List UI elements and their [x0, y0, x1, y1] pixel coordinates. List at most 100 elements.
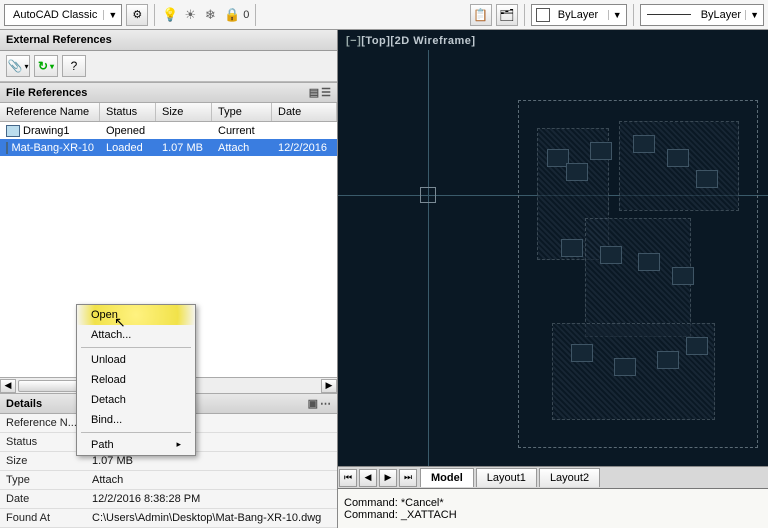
detail-label: Date — [0, 490, 86, 508]
separator — [81, 347, 191, 348]
details-title: Details — [6, 398, 42, 410]
viewport-tabs: ⏮ ◀ ▶ ⏭ Model Layout1 Layout2 — [338, 466, 768, 488]
table-row[interactable]: Drawing1 Opened Current — [0, 122, 337, 139]
file-references-title: File References — [6, 87, 87, 99]
expand-icon[interactable]: ▣ — [308, 397, 318, 410]
cell-name: Drawing1 — [23, 125, 69, 137]
cell-date — [272, 130, 337, 132]
list-view-icon[interactable]: ▤ — [309, 86, 319, 99]
workspace-dropdown[interactable]: AutoCAD Classic ▼ — [4, 4, 122, 26]
cell-type: Attach — [212, 141, 272, 155]
vp-style[interactable]: [2D Wireframe] — [390, 35, 475, 47]
workspace-settings-button[interactable]: ⚙ — [126, 4, 148, 26]
col-type[interactable]: Type — [212, 103, 272, 121]
panel-toolbar: 📎 ↻ ? — [0, 51, 337, 82]
panel-title: External References — [0, 30, 337, 51]
color-swatch — [536, 8, 550, 22]
scroll-left-icon[interactable]: ◀ — [0, 379, 16, 393]
cell-size — [156, 130, 212, 132]
ctx-path[interactable]: Path — [77, 435, 195, 455]
table-header: Reference Name Status Size Type Date — [0, 103, 337, 122]
layer-prop-label: ByLayer — [554, 9, 608, 21]
tab-layout2[interactable]: Layout2 — [539, 468, 600, 487]
separator — [524, 4, 525, 26]
tab-next-icon[interactable]: ▶ — [379, 469, 397, 487]
command-current: Command: _XATTACH — [344, 509, 762, 521]
command-history: Command: *Cancel* — [344, 497, 762, 509]
detail-value: C:\Users\Admin\Desktop\Mat-Bang-XR-10.dw… — [86, 509, 337, 527]
workspace-label: AutoCAD Classic — [5, 9, 103, 21]
vp-minimize[interactable]: [−] — [346, 35, 361, 47]
drawing-content — [518, 100, 758, 448]
refresh-dropdown-button[interactable]: ↻ — [34, 55, 58, 77]
ctx-unload[interactable]: Unload — [77, 350, 195, 370]
file-list-body: Open Attach... Unload Reload Detach Bind… — [0, 156, 337, 377]
col-name[interactable]: Reference Name — [0, 103, 100, 121]
col-size[interactable]: Size — [156, 103, 212, 121]
lock-status[interactable]: 🔒 0 — [223, 6, 249, 24]
tab-last-icon[interactable]: ⏭ — [399, 469, 417, 487]
layer-color-dropdown[interactable]: ByLayer ▼ — [531, 4, 627, 26]
detail-label: Type — [0, 471, 86, 489]
ctx-open[interactable]: Open — [77, 305, 195, 325]
freeze-icon[interactable]: ❄ — [201, 6, 219, 24]
layer-manager-button[interactable]: 📋 — [470, 4, 492, 26]
separator — [81, 432, 191, 433]
chevron-down-icon: ▼ — [103, 10, 121, 20]
help-button[interactable]: ? — [62, 55, 86, 77]
cell-date: 12/2/2016 — [272, 141, 337, 155]
file-icon — [6, 142, 8, 154]
file-icon — [6, 125, 20, 137]
xref-panel: External References 📎 ↻ ? File Reference… — [0, 30, 338, 528]
lock-icon: 🔒 — [223, 6, 241, 24]
linetype-label: ByLayer — [697, 9, 745, 21]
command-line[interactable]: Command: *Cancel* Command: _XATTACH — [338, 488, 768, 528]
layer-states-button[interactable]: 🗂 — [496, 4, 518, 26]
sun-icon[interactable]: ☀ — [181, 6, 199, 24]
separator — [154, 4, 155, 26]
lock-count: 0 — [243, 9, 249, 21]
more-icon[interactable]: ⋯ — [320, 397, 331, 410]
context-menu: Open Attach... Unload Reload Detach Bind… — [76, 304, 196, 456]
detail-label: Size — [0, 452, 86, 470]
cell-size: 1.07 MB — [156, 141, 212, 155]
tree-view-icon[interactable]: ☰ — [321, 86, 331, 99]
lightbulb-icon[interactable]: 💡 — [161, 6, 179, 24]
gear-icon: ⚙ — [132, 8, 142, 21]
tab-first-icon[interactable]: ⏮ — [339, 469, 357, 487]
cell-name: Mat-Bang-XR-10 — [11, 142, 94, 154]
chevron-down-icon: ▼ — [745, 10, 763, 20]
separator — [633, 4, 634, 26]
file-references-header: File References ▤ ☰ — [0, 82, 337, 103]
viewport-header[interactable]: [−][Top][2D Wireframe] — [338, 30, 768, 50]
table-row[interactable]: Mat-Bang-XR-10 Loaded 1.07 MB Attach 12/… — [0, 139, 337, 156]
cell-status: Opened — [100, 124, 156, 138]
file-references-table: Reference Name Status Size Type Date Dra… — [0, 103, 337, 156]
attach-dropdown-button[interactable]: 📎 — [6, 55, 30, 77]
detail-value: 12/2/2016 8:38:28 PM — [86, 490, 337, 508]
tab-model[interactable]: Model — [420, 468, 474, 487]
tab-layout1[interactable]: Layout1 — [476, 468, 537, 487]
ctx-attach[interactable]: Attach... — [77, 325, 195, 345]
cell-type: Current — [212, 124, 272, 138]
axis-vertical — [428, 50, 429, 528]
ctx-detach[interactable]: Detach — [77, 390, 195, 410]
ucs-origin-icon — [420, 187, 436, 203]
detail-label: Reference N... — [0, 414, 86, 432]
ctx-reload[interactable]: Reload — [77, 370, 195, 390]
top-toolbar: AutoCAD Classic ▼ ⚙ 💡 ☀ ❄ 🔒 0 📋 🗂 ByLaye… — [0, 0, 768, 30]
linetype-dropdown[interactable]: ByLayer ▼ — [640, 4, 764, 26]
linetype-preview — [647, 14, 691, 15]
ctx-bind[interactable]: Bind... — [77, 410, 195, 430]
detail-label: Status — [0, 433, 86, 451]
detail-label: Found At — [0, 509, 86, 527]
tab-prev-icon[interactable]: ◀ — [359, 469, 377, 487]
scroll-right-icon[interactable]: ▶ — [321, 379, 337, 393]
chevron-down-icon: ▼ — [608, 10, 626, 20]
vp-view[interactable]: [Top] — [361, 35, 390, 47]
col-status[interactable]: Status — [100, 103, 156, 121]
col-date[interactable]: Date — [272, 103, 337, 121]
layer-status-icons: 💡 ☀ ❄ — [161, 6, 219, 24]
canvas[interactable] — [338, 50, 768, 528]
drawing-viewport[interactable]: [−][Top][2D Wireframe] ⏮ ◀ ▶ — [338, 30, 768, 528]
